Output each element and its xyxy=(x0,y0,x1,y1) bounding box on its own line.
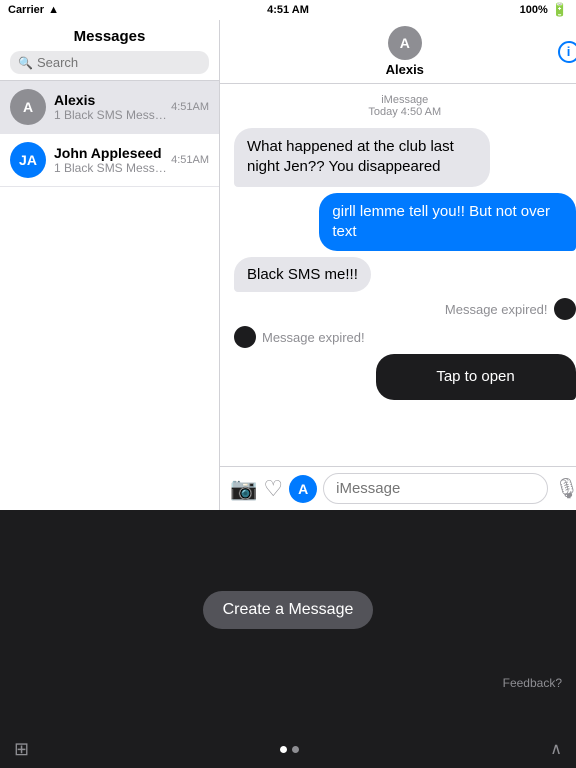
chevron-up-icon[interactable]: ∧ xyxy=(550,739,562,759)
conversation-list: A Alexis 1 Black SMS Message 4:51AM JA J… xyxy=(0,81,219,510)
conversation-item-alexis[interactable]: A Alexis 1 Black SMS Message 4:51AM xyxy=(0,81,219,134)
status-left: Carrier ▲ xyxy=(8,4,59,16)
message-row-tap-open[interactable]: Tap to open xyxy=(234,354,576,400)
message-row-received-expired: Message expired! xyxy=(234,326,576,348)
conv-preview-john: 1 Black SMS Message xyxy=(54,161,171,175)
search-input[interactable] xyxy=(37,55,213,70)
message-row-sent-expired: Message expired! xyxy=(234,298,576,320)
message-row-blacksms: Black SMS me!!! xyxy=(234,257,576,292)
conv-info-john: John Appleseed 1 Black SMS Message xyxy=(54,145,171,175)
sidebar-header: Messages 🔍 xyxy=(0,20,219,81)
expired-row-sent: Message expired! xyxy=(445,298,576,320)
tap-to-open-text: Tap to open xyxy=(436,368,514,385)
message-row-sent-1: girll lemme tell you!! But not over text xyxy=(234,193,576,252)
date-label: Today 4:50 AM xyxy=(368,106,441,118)
status-time: 4:51 AM xyxy=(267,4,309,16)
camera-icon[interactable]: 📷 xyxy=(230,476,257,502)
conv-name-alexis: Alexis xyxy=(54,92,171,108)
sidebar: Messages 🔍 A Alexis 1 Black SMS Message … xyxy=(0,20,220,510)
dot-active xyxy=(280,746,287,753)
contact-name: Alexis xyxy=(386,62,424,77)
avatar-john: JA xyxy=(10,142,46,178)
dot-inactive xyxy=(292,746,299,753)
input-bar: 📷 ♡ A 🎙 xyxy=(220,466,576,510)
conv-preview-alexis: 1 Black SMS Message xyxy=(54,108,171,122)
bubble-blacksms: Black SMS me!!! xyxy=(234,257,371,292)
expired-row-received: Message expired! xyxy=(234,326,365,348)
contact-initials: A xyxy=(400,35,410,51)
carrier-label: Carrier xyxy=(8,4,44,16)
feedback-link[interactable]: Feedback? xyxy=(503,676,562,690)
contact-avatar: A xyxy=(388,26,422,60)
status-right: 100% 🔋 xyxy=(520,2,568,18)
chat-header: A Alexis i xyxy=(220,20,576,84)
message-input[interactable] xyxy=(323,473,548,504)
bubble-received-1: What happened at the club last night Jen… xyxy=(234,128,490,187)
bubble-text-2: girll lemme tell you!! But not over text xyxy=(332,203,550,240)
expired-dot-sent xyxy=(554,298,576,320)
expired-text-sent: Message expired! xyxy=(445,302,548,317)
app-container: Messages 🔍 A Alexis 1 Black SMS Message … xyxy=(0,20,576,510)
conv-info-alexis: Alexis 1 Black SMS Message xyxy=(54,92,171,122)
bubble-text-3: Black SMS me!!! xyxy=(247,266,358,283)
create-message-button[interactable]: Create a Message xyxy=(203,591,374,629)
dot-indicators xyxy=(280,746,299,753)
expired-dot-received xyxy=(234,326,256,348)
conv-name-john: John Appleseed xyxy=(54,145,171,161)
service-label: iMessage xyxy=(381,94,428,106)
tap-to-open-bubble[interactable]: Tap to open xyxy=(376,354,576,400)
battery-icon: 🔋 xyxy=(552,2,568,18)
apps-icon[interactable]: A xyxy=(289,475,317,503)
avatar-alexis: A xyxy=(10,89,46,125)
search-bar[interactable]: 🔍 xyxy=(10,51,209,74)
conv-time-john: 4:51AM xyxy=(171,154,209,166)
conv-time-alexis: 4:51AM xyxy=(171,101,209,113)
messages-area: iMessage Today 4:50 AM What happened at … xyxy=(220,84,576,466)
status-bar: Carrier ▲ 4:51 AM 100% 🔋 xyxy=(0,0,576,20)
search-icon: 🔍 xyxy=(18,56,33,70)
mic-icon[interactable]: 🎙 xyxy=(554,476,576,501)
bubble-sent-1: girll lemme tell you!! But not over text xyxy=(319,193,575,252)
battery-label: 100% xyxy=(520,4,548,16)
chat-contact: A Alexis xyxy=(386,26,424,77)
sidebar-title: Messages xyxy=(10,28,209,45)
grid-icon[interactable]: ⊞ xyxy=(14,739,29,760)
bottom-bar: ⊞ ∧ xyxy=(0,730,576,768)
heart-icon[interactable]: ♡ xyxy=(263,476,283,502)
wifi-icon: ▲ xyxy=(48,4,59,16)
conversation-item-john[interactable]: JA John Appleseed 1 Black SMS Message 4:… xyxy=(0,134,219,187)
message-row-received-1: What happened at the club last night Jen… xyxy=(234,128,576,187)
info-button[interactable]: i xyxy=(558,41,576,63)
chat-panel: A Alexis i iMessage Today 4:50 AM What h… xyxy=(220,20,576,510)
bubble-text-1: What happened at the club last night Jen… xyxy=(247,138,454,175)
keyboard-overlay: Create a Message Feedback? xyxy=(0,510,576,730)
message-service-label: iMessage Today 4:50 AM xyxy=(234,94,576,118)
expired-text-received: Message expired! xyxy=(262,330,365,345)
